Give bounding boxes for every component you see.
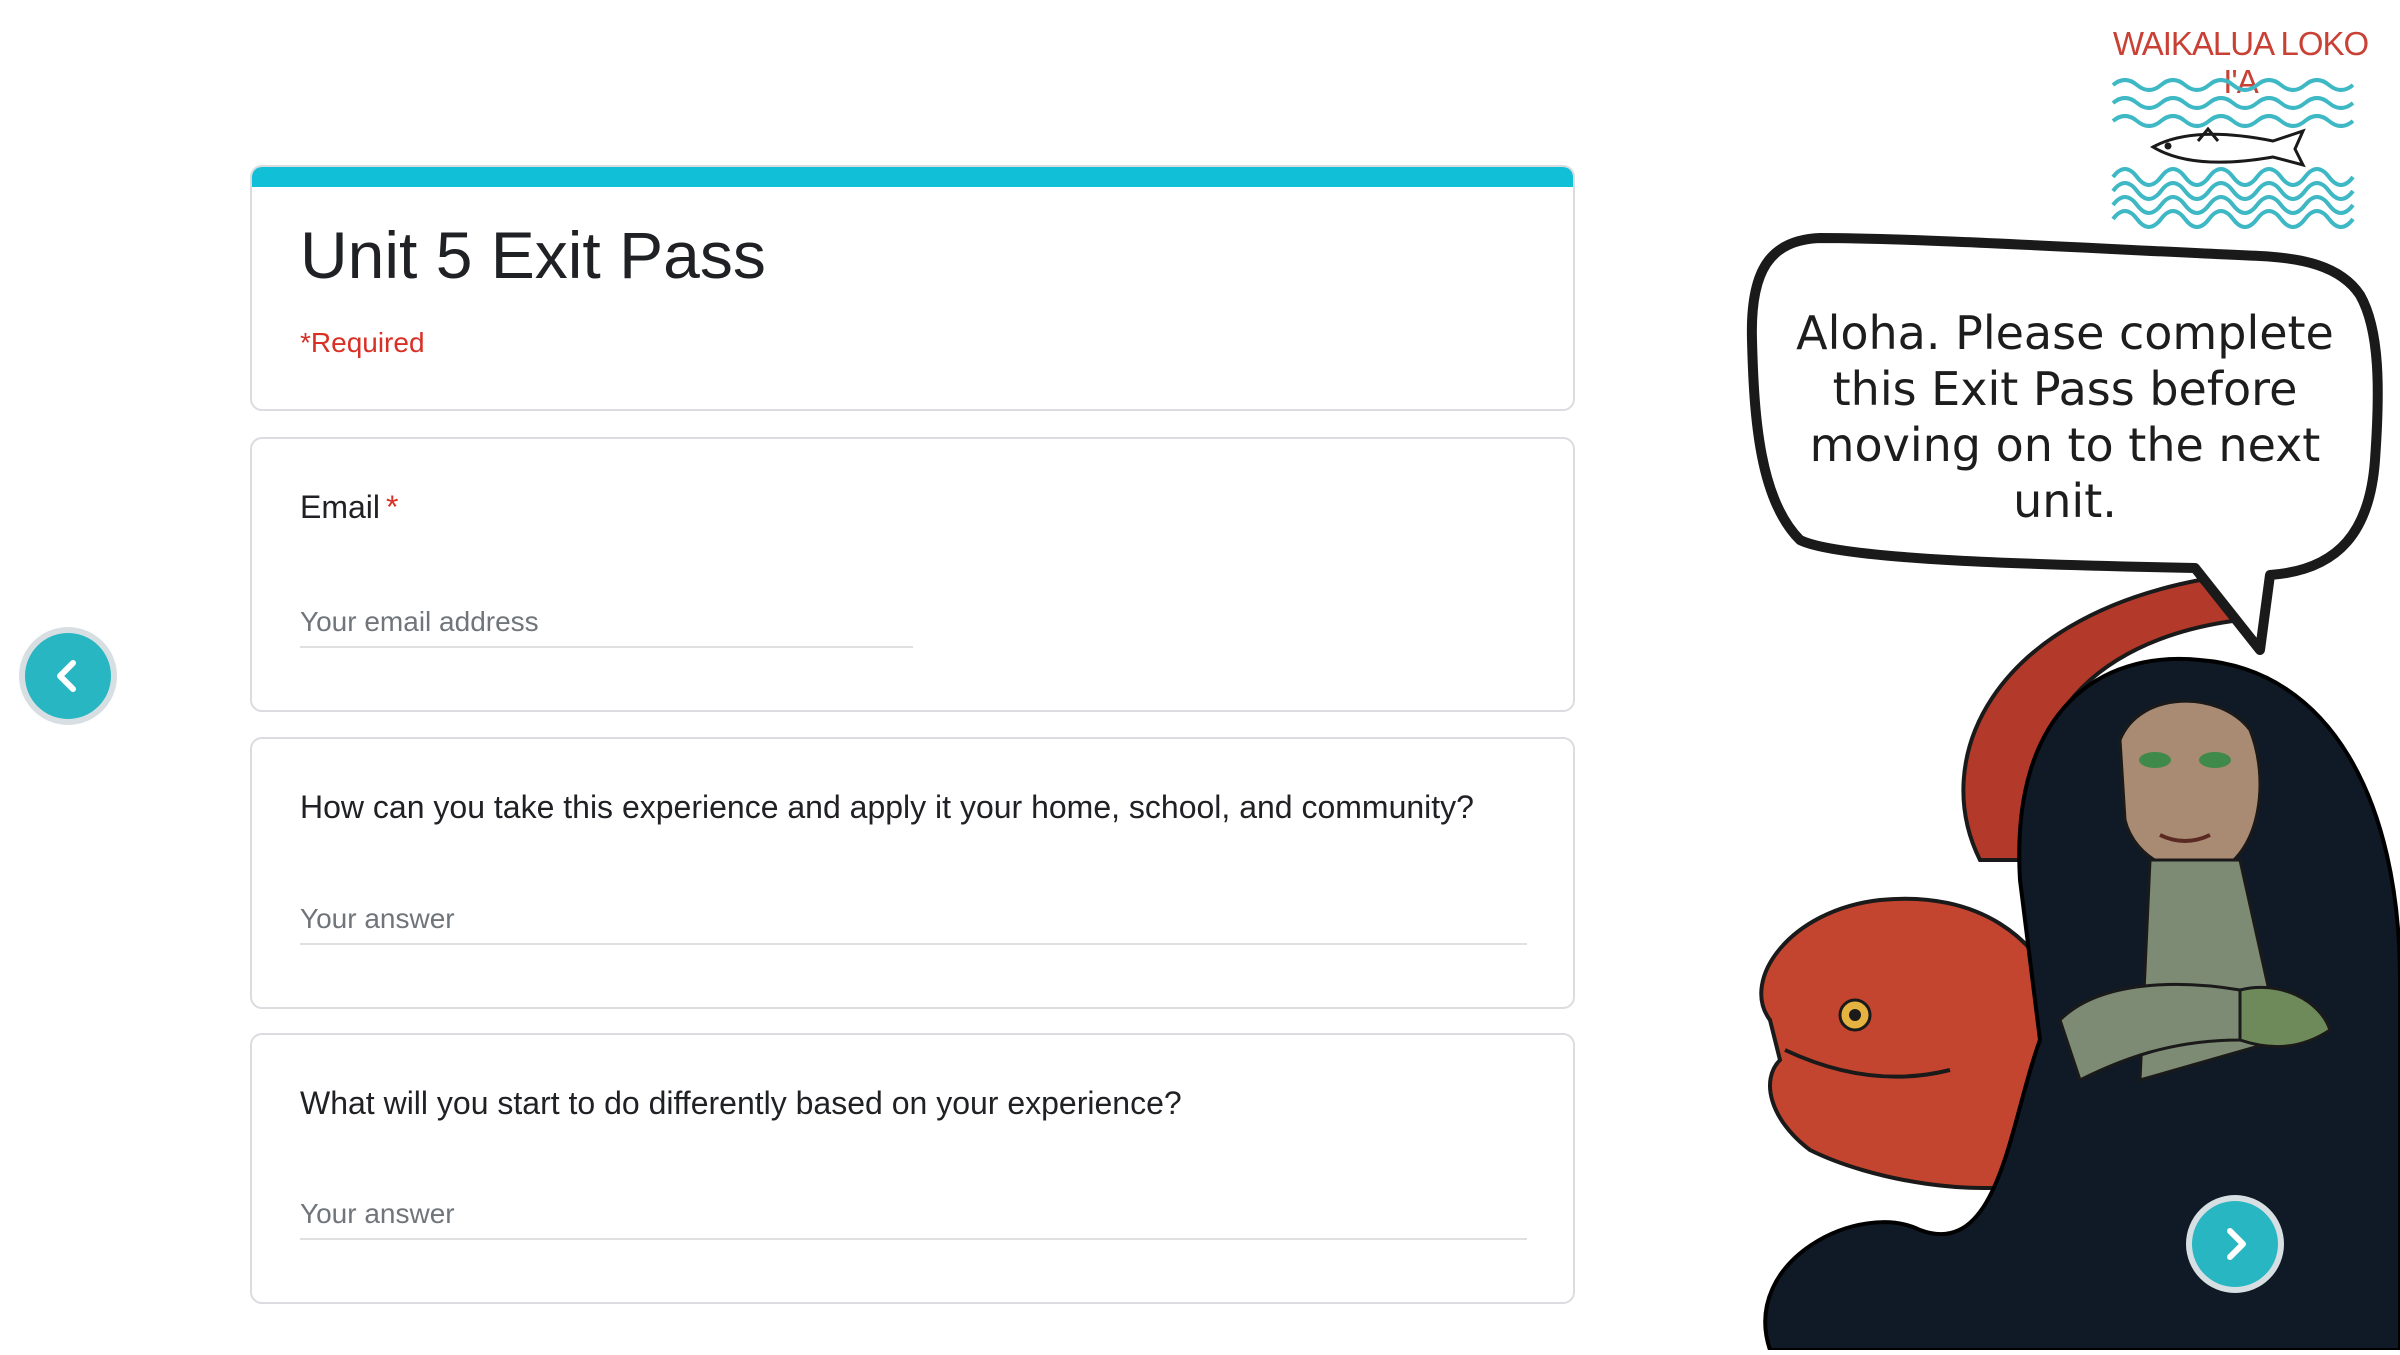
next-button[interactable] [2192, 1201, 2278, 1287]
form-header-card: Unit 5 Exit Pass *Required [250, 165, 1575, 411]
answer-field-differently[interactable] [300, 1198, 1527, 1240]
required-star: * [386, 489, 399, 525]
speech-bubble-text: Aloha. Please complete this Exit Pass be… [1796, 306, 2334, 528]
previous-button[interactable] [25, 633, 111, 719]
waikalua-logo: WAIKALUA LOKO I'A [2108, 25, 2373, 229]
question-label-apply: How can you take this experience and app… [300, 789, 1474, 825]
question-card-apply: How can you take this experience and app… [250, 737, 1575, 1009]
email-field[interactable] [300, 606, 913, 648]
fishpond-logo-icon [2111, 78, 2355, 229]
eel-woman-illustration [1680, 560, 2400, 1352]
chevron-right-icon [2227, 1228, 2246, 1260]
speech-bubble: Aloha. Please complete this Exit Pass be… [1740, 230, 2390, 670]
question-label-email-text: Email [300, 489, 381, 525]
form-accent-bar [252, 167, 1573, 187]
question-label-email: Email * [300, 489, 398, 526]
required-note: *Required [300, 327, 425, 358]
answer-field-apply[interactable] [300, 903, 1527, 945]
question-label-differently: What will you start to do differently ba… [300, 1085, 1182, 1121]
question-card-differently: What will you start to do differently ba… [250, 1033, 1575, 1304]
chevron-left-icon [57, 660, 76, 692]
form-title: Unit 5 Exit Pass [300, 218, 766, 292]
question-card-email: Email * [250, 437, 1575, 712]
